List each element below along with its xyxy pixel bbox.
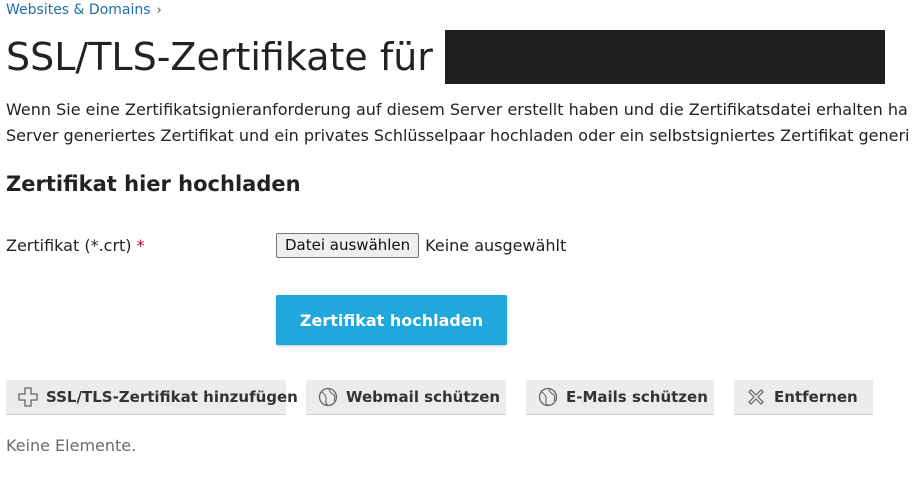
close-icon [748, 389, 764, 405]
secure-webmail-button[interactable]: Webmail schützen [306, 380, 506, 415]
plus-icon [18, 387, 38, 407]
file-status-text: Keine ausgewählt [425, 236, 567, 255]
intro-line-1: Wenn Sie eine Zertifikatsignieranforderu… [6, 100, 908, 119]
breadcrumb-link-websites-domains[interactable]: Websites & Domains [6, 2, 151, 18]
required-mark: * [136, 236, 145, 255]
add-certificate-label: SSL/TLS-Zertifikat hinzufügen [46, 388, 298, 406]
empty-list-text: Keine Elemente. [6, 436, 137, 455]
globe-icon [318, 387, 338, 407]
remove-button[interactable]: Entfernen [734, 380, 873, 415]
choose-file-button[interactable]: Datei auswählen [276, 233, 420, 258]
certificate-file-input: Datei auswählen Keine ausgewählt [276, 233, 566, 258]
page-title: SSL/TLS-Zertifikate für [6, 30, 885, 84]
page-title-text: SSL/TLS-Zertifikate für [6, 35, 433, 79]
redacted-domain [444, 30, 885, 84]
secure-mail-label: E-Mails schützen [566, 388, 708, 406]
intro-line-2: Server generiertes Zertifikat und ein pr… [6, 126, 910, 145]
breadcrumb: Websites & Domains › [6, 2, 162, 18]
secure-webmail-label: Webmail schützen [346, 388, 501, 406]
certificate-field-label-text: Zertifikat (*.crt) [6, 236, 132, 255]
upload-certificate-button[interactable]: Zertifikat hochladen [276, 295, 507, 345]
intro-text: Wenn Sie eine Zertifikatsignieranforderu… [6, 97, 914, 149]
upload-section-heading: Zertifikat hier hochladen [6, 172, 301, 196]
certificate-field-label: Zertifikat (*.crt) * [6, 236, 145, 255]
globe-icon [538, 387, 558, 407]
chevron-right-icon: › [156, 2, 162, 18]
add-certificate-button[interactable]: SSL/TLS-Zertifikat hinzufügen [6, 380, 298, 415]
remove-label: Entfernen [774, 388, 858, 406]
secure-mail-button[interactable]: E-Mails schützen [526, 380, 714, 415]
